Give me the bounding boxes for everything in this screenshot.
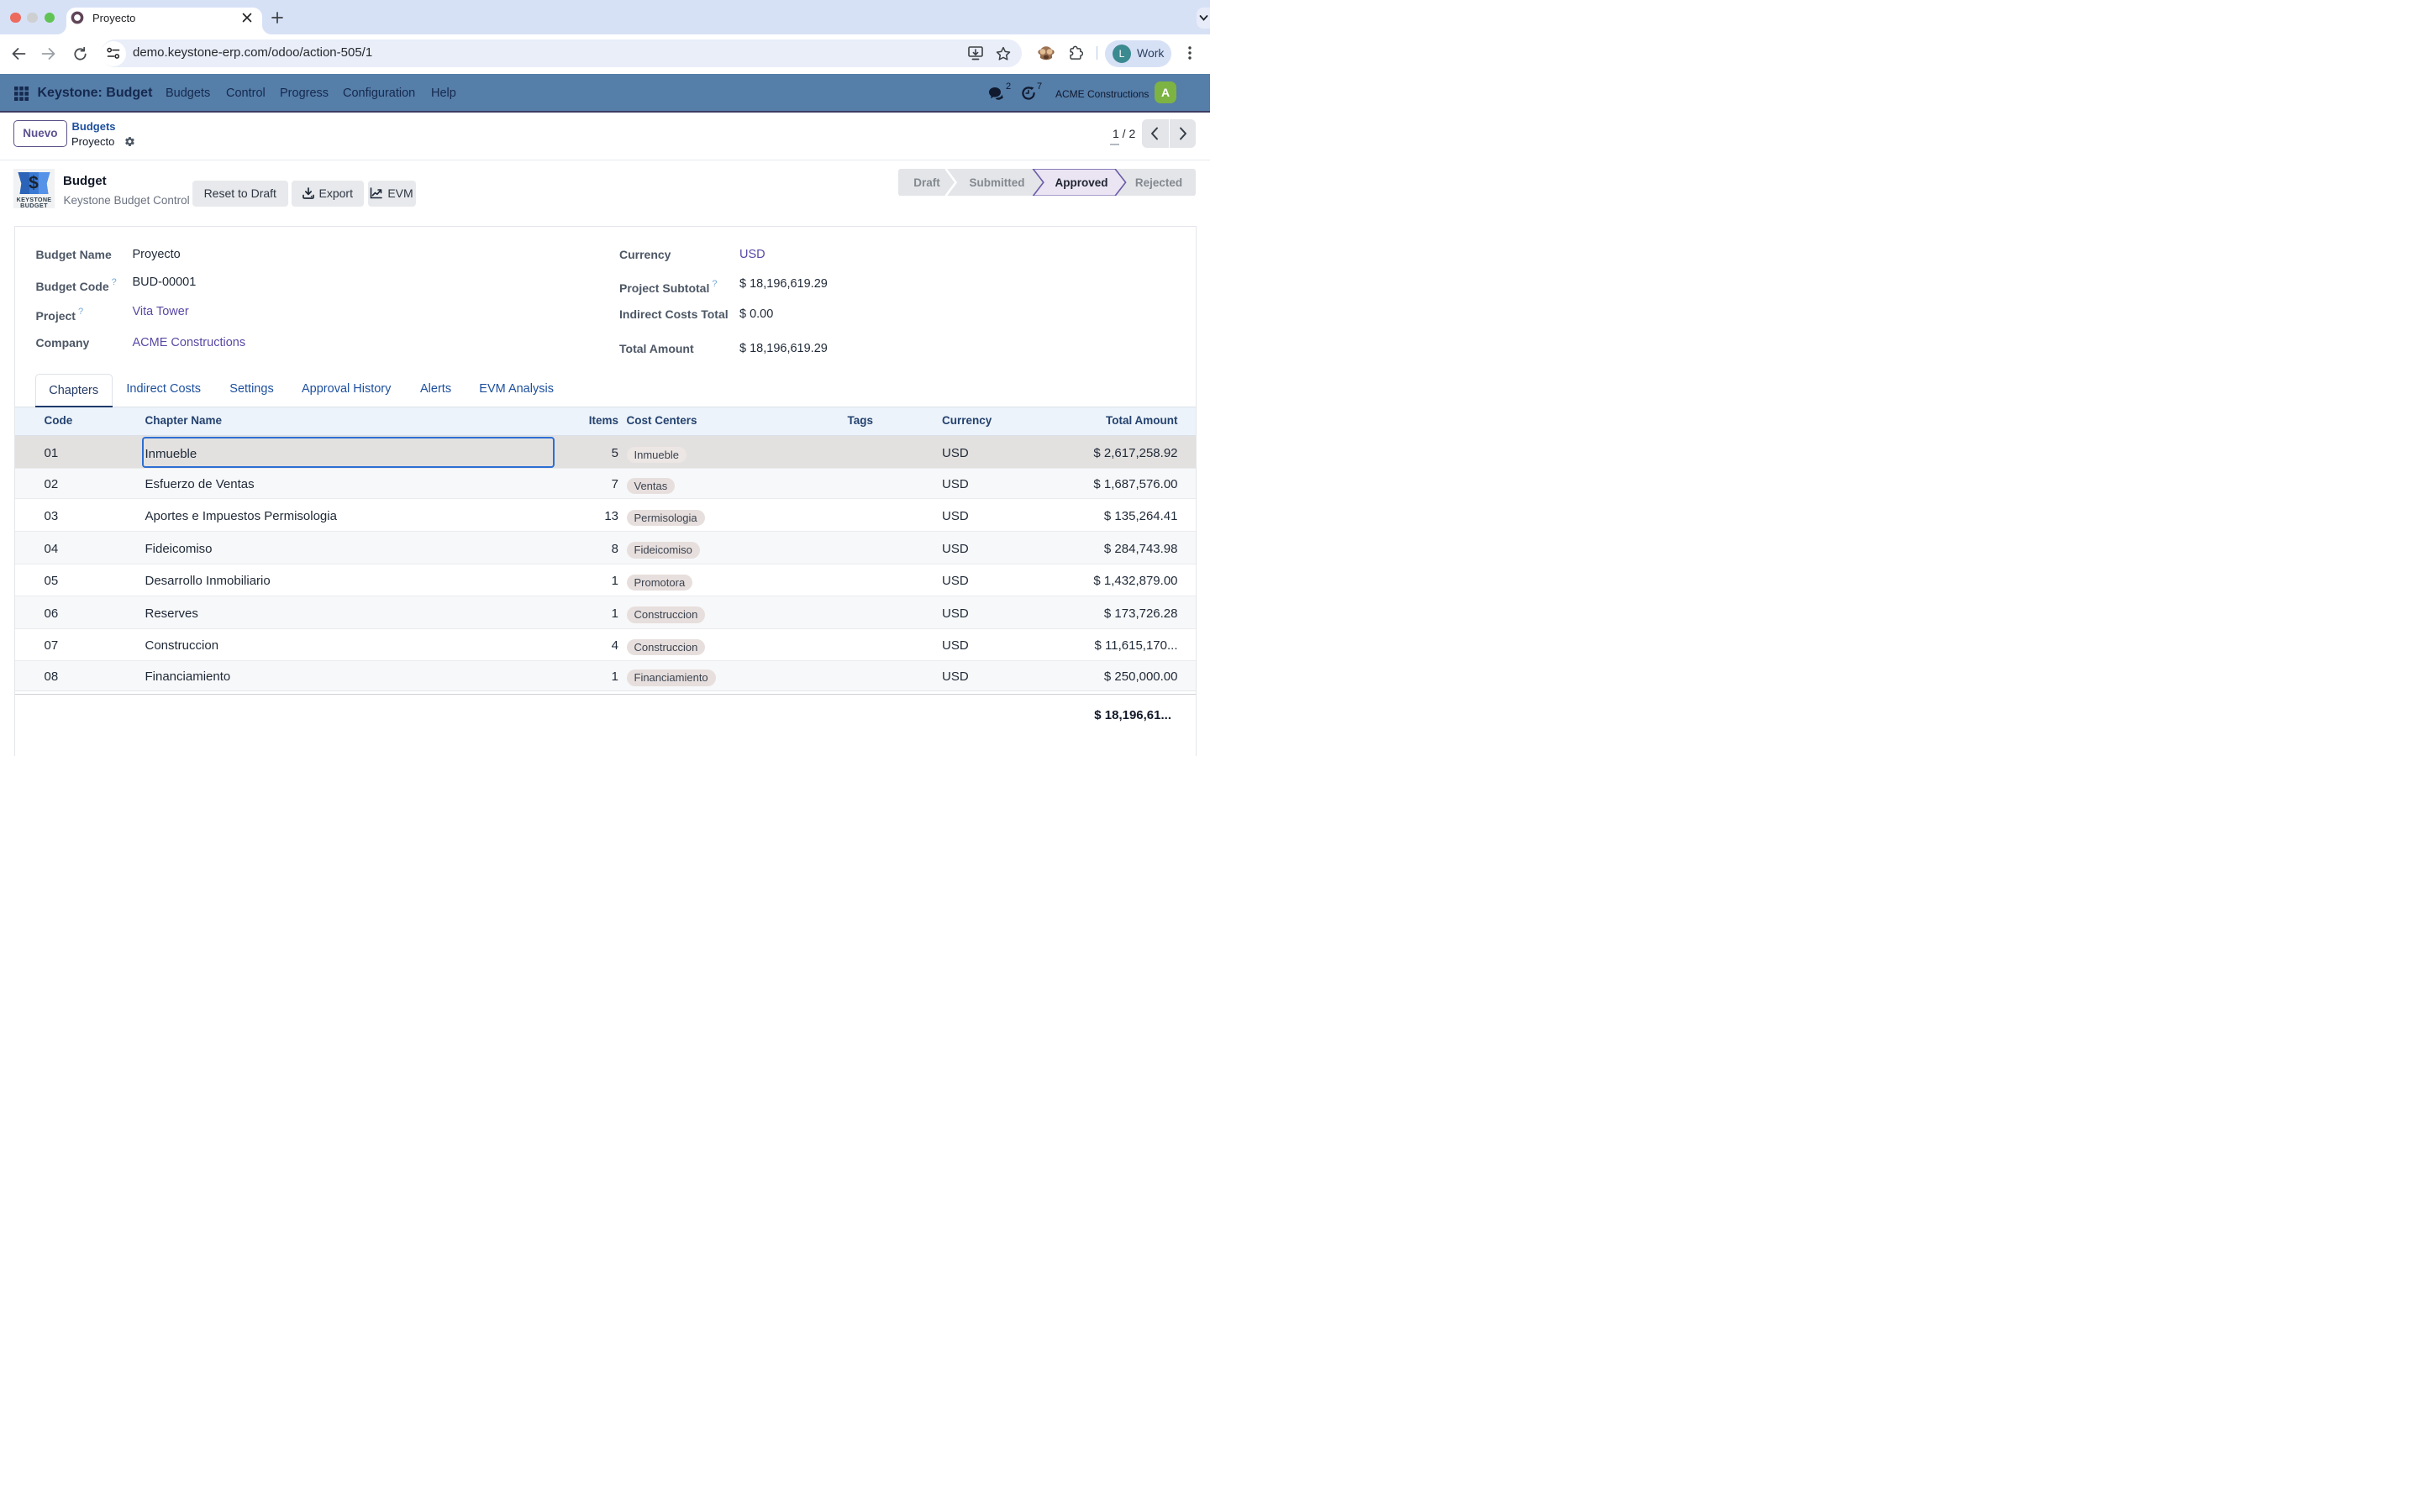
svg-text:Submitted: Submitted bbox=[969, 176, 1024, 189]
svg-text:Draft: Draft bbox=[913, 176, 940, 189]
svg-text:Approved: Approved bbox=[1055, 176, 1107, 189]
svg-text:$: $ bbox=[29, 174, 39, 193]
svg-text:Rejected: Rejected bbox=[1134, 176, 1181, 189]
svg-text:BUDGET: BUDGET bbox=[20, 202, 48, 208]
